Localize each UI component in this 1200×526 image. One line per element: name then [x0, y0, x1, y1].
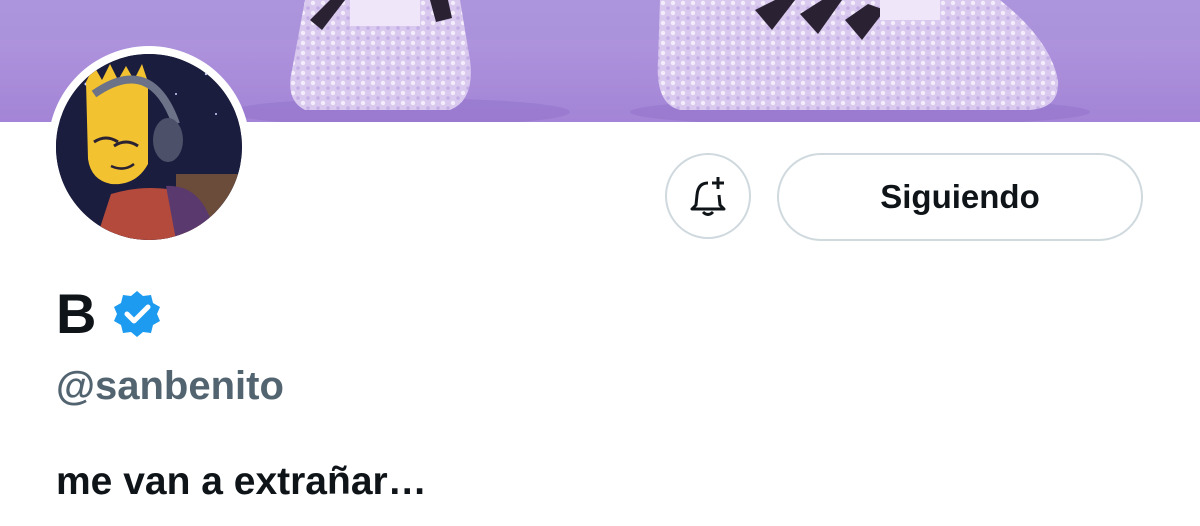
avatar-image [56, 54, 242, 240]
user-handle: @sanbenito [56, 364, 284, 408]
profile-bio: me van a extrañar… [56, 460, 427, 503]
notifications-button[interactable] [665, 153, 751, 239]
avatar[interactable] [56, 54, 242, 240]
display-name: B [56, 282, 97, 345]
profile-header: Siguiendo B @sanbenito me van a extrañar… [0, 0, 1200, 526]
avatar-ring[interactable] [48, 46, 250, 248]
verified-badge-icon[interactable] [112, 289, 162, 339]
name-row: B [56, 282, 162, 346]
following-button[interactable]: Siguiendo [777, 153, 1143, 241]
bell-plus-icon [690, 177, 726, 216]
